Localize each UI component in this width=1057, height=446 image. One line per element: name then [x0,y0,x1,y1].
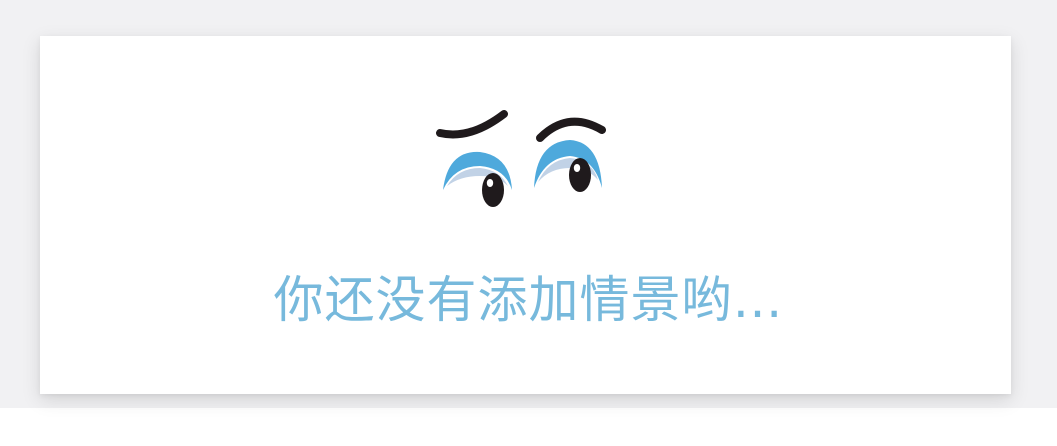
left-eyebrow [436,110,508,139]
right-eyebrow [536,117,606,142]
right-pupil [569,158,591,192]
eyes-icon [436,110,606,207]
left-pupil-highlight [486,179,494,187]
right-pupil-highlight [573,164,581,172]
empty-state-message: 你还没有添加情景哟… [273,271,784,329]
left-pupil [482,173,504,207]
